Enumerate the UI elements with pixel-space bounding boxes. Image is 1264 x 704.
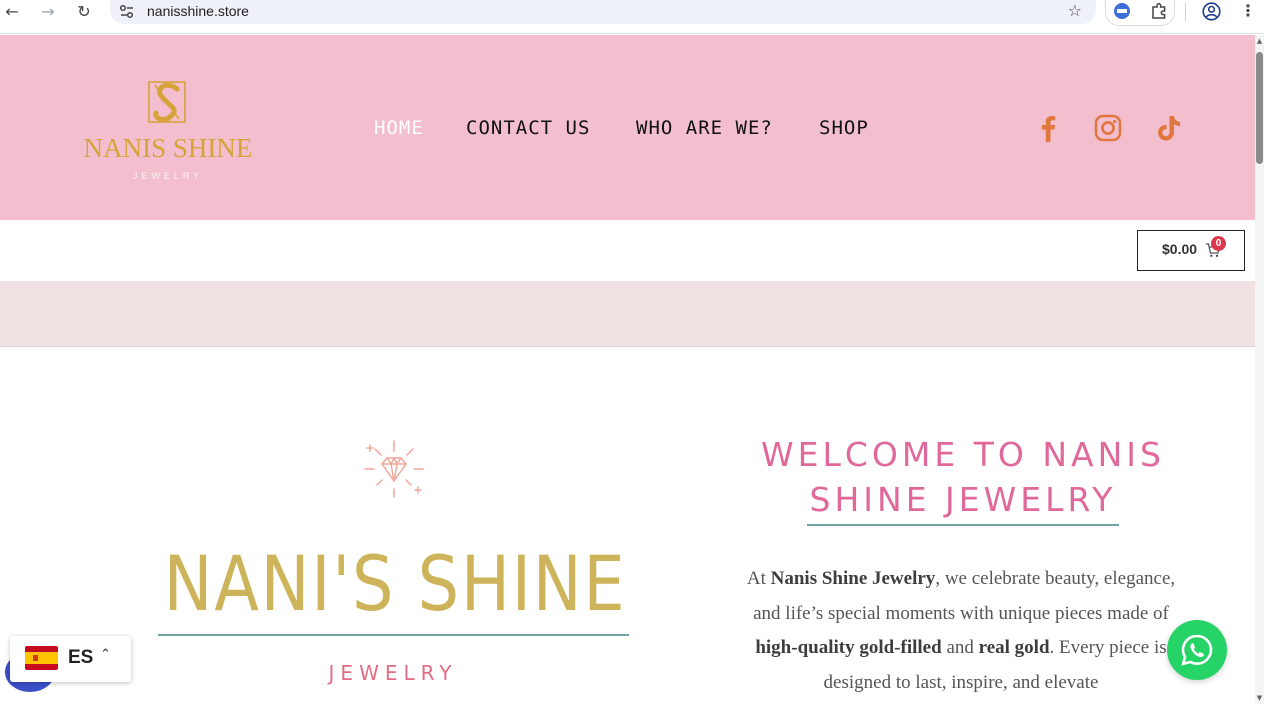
nav-shop[interactable]: SHOP (819, 117, 869, 139)
instagram-icon[interactable] (1093, 113, 1123, 143)
spain-flag-icon (25, 646, 58, 670)
intro-text: At (746, 568, 771, 589)
scroll-down-icon[interactable]: ▼ (1255, 694, 1264, 702)
welcome-heading-line-1: WELCOME TO NANIS (761, 435, 1165, 474)
cart-bar: $0.00 0 (0, 220, 1255, 281)
nav-contact-us[interactable]: CONTACT US (466, 117, 590, 139)
nav-home[interactable]: HOME (374, 117, 424, 139)
forward-icon[interactable]: → (36, 1, 60, 23)
intro-gold-filled: high-quality gold-filled (755, 637, 942, 658)
whatsapp-icon (1181, 634, 1213, 666)
intro-brand-name: Nanis Shine Jewelry (770, 568, 936, 589)
logo-subtitle: JEWELRY (132, 171, 204, 181)
facebook-icon[interactable] (1033, 113, 1063, 143)
back-icon[interactable]: ← (0, 1, 24, 23)
address-bar[interactable]: nanisshine.store ☆ (110, 0, 1096, 24)
whatsapp-chat-button[interactable] (1167, 620, 1227, 680)
cart-button[interactable]: $0.00 0 (1137, 230, 1245, 271)
welcome-heading-line-2: SHINE JEWELRY (809, 480, 1117, 519)
puzzle-extensions-icon[interactable] (1150, 2, 1168, 20)
nav-who-are-we[interactable]: WHO ARE WE? (636, 117, 773, 139)
extensions-group (1105, 0, 1175, 26)
cart-count-badge: 0 (1211, 236, 1226, 251)
language-code: ES (68, 647, 94, 668)
translate-extension-icon[interactable] (1114, 3, 1130, 19)
hero-brand-title: NANI'S SHINE (163, 539, 627, 628)
intro-text: and (941, 637, 979, 658)
scroll-up-icon[interactable]: ▲ (1255, 37, 1264, 45)
bookmark-star-icon[interactable]: ☆ (1068, 1, 1082, 20)
logo-name: NANIS SHINE (83, 133, 253, 163)
hero-title-divider (158, 634, 629, 636)
intro-real-gold: real gold (978, 637, 1050, 658)
page-scrollbar[interactable]: ▲ ▼ (1255, 35, 1264, 704)
address-url[interactable]: nanisshine.store (147, 3, 249, 19)
chevron-up-icon: ⌃ (100, 647, 111, 662)
toolbar-divider (1185, 3, 1186, 21)
welcome-divider (807, 524, 1119, 526)
site-logo[interactable]: NANIS SHINE JEWELRY (68, 79, 268, 187)
browser-menu-icon[interactable]: ⋮ (1240, 0, 1256, 24)
site-settings-icon[interactable] (118, 3, 136, 21)
browser-toolbar: ← → ↻ nanisshine.store ☆ ⋮ (0, 0, 1264, 34)
sparkling-diamond-icon (364, 440, 424, 498)
logo-monogram-icon (148, 81, 186, 123)
intro-paragraph: At Nanis Shine Jewelry, we celebrate bea… (745, 562, 1177, 700)
welcome-heading: WELCOME TO NANIS SHINE JEWELRY (742, 432, 1184, 522)
profile-icon[interactable] (1202, 2, 1221, 21)
language-switcher[interactable]: ES ⌃ (10, 636, 131, 682)
site-header: NANIS SHINE JEWELRY HOME CONTACT US WHO … (0, 35, 1255, 220)
cart-total: $0.00 (1162, 241, 1198, 257)
web-page: NANIS SHINE JEWELRY HOME CONTACT US WHO … (0, 35, 1255, 704)
scrollbar-thumb[interactable] (1256, 52, 1263, 164)
tiktok-icon[interactable] (1153, 113, 1183, 143)
hero-band (0, 281, 1255, 347)
reload-icon[interactable]: ↻ (72, 1, 96, 23)
